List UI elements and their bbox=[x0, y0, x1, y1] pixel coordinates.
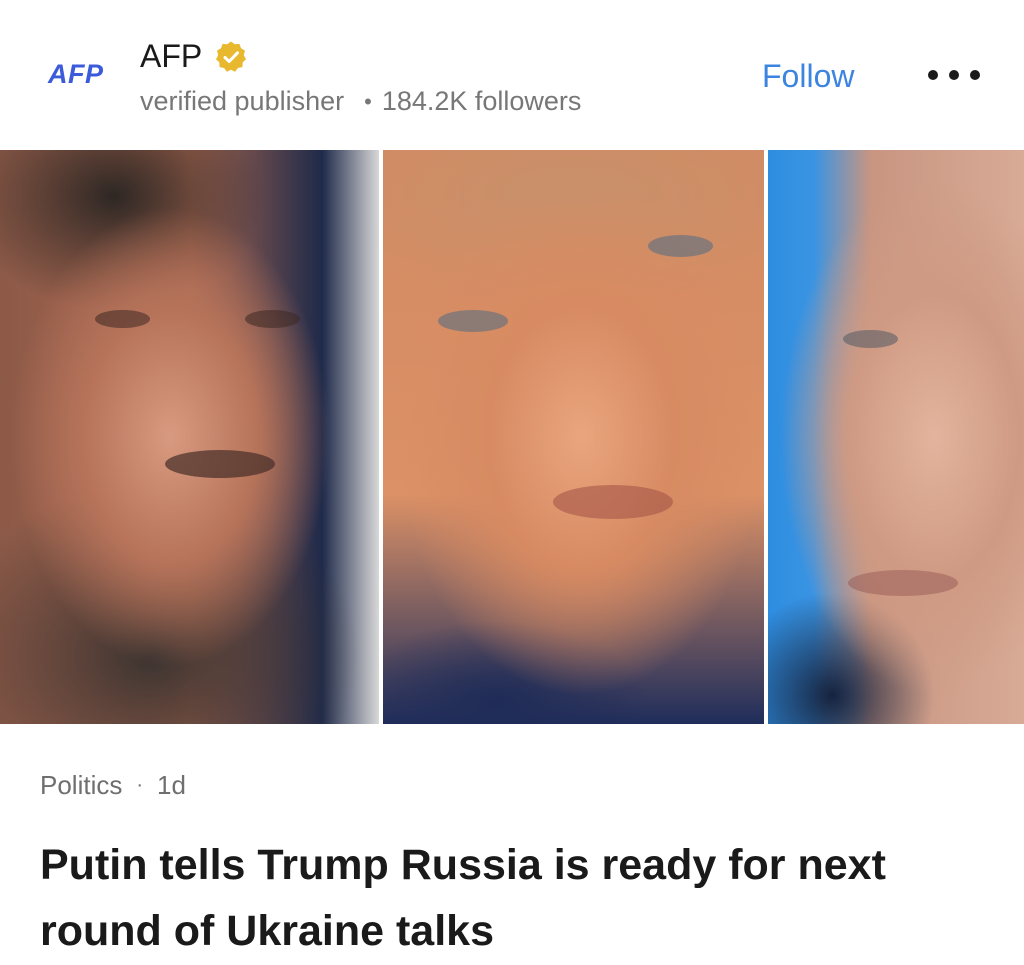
publisher-logo[interactable]: AFP bbox=[48, 59, 104, 90]
more-dot bbox=[928, 70, 938, 80]
hero-image-panel-right bbox=[768, 150, 1024, 724]
article-hero-image[interactable] bbox=[0, 150, 1024, 724]
face-eye-shape bbox=[438, 310, 508, 332]
follower-count: 184.2K followers bbox=[381, 86, 582, 116]
meta-separator: · bbox=[136, 774, 144, 796]
meta-separator: • bbox=[364, 88, 372, 114]
face-eye-shape bbox=[245, 310, 300, 328]
publisher-name-row: AFP bbox=[140, 38, 248, 75]
more-dot bbox=[970, 70, 980, 80]
face-mouth-shape bbox=[553, 485, 673, 519]
article-headline[interactable]: Putin tells Trump Russia is ready for ne… bbox=[40, 832, 1000, 964]
publisher-name[interactable]: AFP bbox=[140, 38, 202, 75]
article-meta: Politics · 1d bbox=[40, 770, 186, 801]
article-age: 1d bbox=[157, 770, 186, 800]
face-mouth-shape bbox=[848, 570, 958, 596]
face-eye-shape bbox=[648, 235, 713, 257]
verified-badge-icon bbox=[214, 40, 248, 74]
face-mouth-shape bbox=[165, 450, 275, 478]
face-eye-shape bbox=[95, 310, 150, 328]
hero-image-panel-left bbox=[0, 150, 379, 724]
hero-image-panel-middle bbox=[383, 150, 764, 724]
face-eye-shape bbox=[843, 330, 898, 348]
more-options-icon[interactable] bbox=[928, 60, 980, 90]
publisher-meta: verified publisher • 184.2K followers bbox=[140, 86, 581, 117]
article-category[interactable]: Politics bbox=[40, 770, 122, 801]
more-dot bbox=[949, 70, 959, 80]
publisher-header: AFP AFP verified publisher • 184.2K foll… bbox=[0, 0, 1024, 150]
verified-publisher-label: verified publisher bbox=[140, 86, 345, 116]
follow-button[interactable]: Follow bbox=[762, 58, 854, 95]
